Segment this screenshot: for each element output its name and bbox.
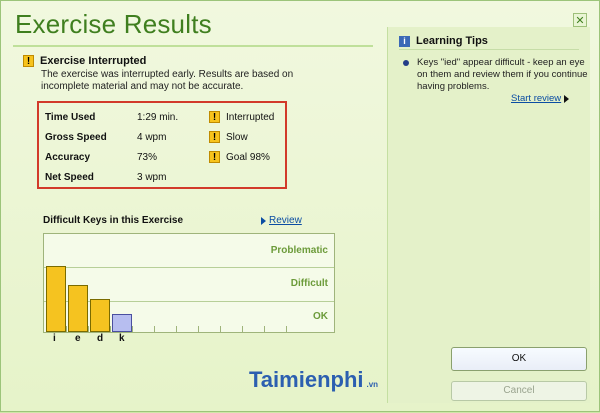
stat-label: Time Used xyxy=(45,111,96,123)
bar-d xyxy=(90,298,110,332)
stat-note-text: Goal 98% xyxy=(226,151,270,163)
stat-value: 1:29 min. xyxy=(137,111,179,123)
start-review-link[interactable]: Start review xyxy=(511,93,570,104)
stat-row-gross-speed: Gross Speed 4 wpm ! Slow xyxy=(45,129,285,145)
stat-row-accuracy: Accuracy 73% ! Goal 98% xyxy=(45,149,285,165)
interrupted-heading: ! Exercise Interrupted xyxy=(23,55,146,67)
arrow-right-icon xyxy=(564,94,570,103)
watermark-text: Taimienphi xyxy=(249,367,364,392)
difficult-keys-title: Difficult Keys in this Exercise xyxy=(43,215,184,226)
x-tick-label: d xyxy=(97,333,104,344)
cancel-button[interactable]: Cancel xyxy=(451,381,587,401)
column-tick xyxy=(154,326,155,332)
info-icon: i xyxy=(399,35,410,47)
column-tick xyxy=(286,326,287,332)
start-review-label[interactable]: Start review xyxy=(511,93,561,104)
stat-value: 73% xyxy=(137,151,158,163)
x-tick-label: e xyxy=(75,333,81,344)
stat-note: ! Slow xyxy=(209,131,248,143)
learning-tips-heading: i Learning Tips xyxy=(399,35,488,47)
column-tick xyxy=(110,326,111,332)
band-label: Problematic xyxy=(270,244,328,256)
warning-icon: ! xyxy=(23,55,34,67)
interrupted-heading-text: Exercise Interrupted xyxy=(40,55,147,67)
column-tick xyxy=(220,326,221,332)
stat-value: 4 wpm xyxy=(137,131,167,143)
column-tick xyxy=(132,326,133,332)
column-tick xyxy=(198,326,199,332)
results-panel: ! Exercise Interrupted The exercise was … xyxy=(13,49,375,413)
band-divider xyxy=(44,267,334,269)
x-tick-label: i xyxy=(53,333,56,344)
title-divider xyxy=(13,45,373,47)
bar-i xyxy=(46,265,66,332)
stat-note: ! Goal 98% xyxy=(209,151,270,163)
column-tick xyxy=(88,326,89,332)
band-label: Difficult xyxy=(290,278,328,289)
stat-row-net-speed: Net Speed 3 wpm xyxy=(45,169,285,185)
bar-k xyxy=(112,313,132,332)
warning-icon: ! xyxy=(209,131,220,143)
stat-label: Net Speed xyxy=(45,171,94,183)
tip-text: Keys "ied" appear difficult - keep an ey… xyxy=(417,57,588,92)
stat-note-text: Slow xyxy=(226,131,248,143)
column-tick xyxy=(264,326,265,332)
x-tick-label: k xyxy=(119,333,125,344)
column-tick xyxy=(66,326,67,332)
ok-button[interactable]: OK xyxy=(451,347,587,371)
bullet-icon xyxy=(403,60,409,66)
review-link-label[interactable]: Review xyxy=(269,215,302,226)
watermark-suffix: .vn xyxy=(366,380,379,389)
stat-row-time-used: Time Used 1:29 min. ! Interrupted xyxy=(45,109,285,125)
stat-label: Accuracy xyxy=(45,151,91,163)
review-link[interactable]: Review xyxy=(261,215,302,226)
difficult-keys-chart: Problematic Difficult OK i e d k xyxy=(43,233,335,344)
watermark-logo: Taimienphi .vn xyxy=(249,367,378,393)
bar-e xyxy=(68,285,88,332)
warning-icon: ! xyxy=(209,151,220,163)
stat-note-text: Interrupted xyxy=(226,111,275,123)
learning-tips-heading-text: Learning Tips xyxy=(416,35,488,47)
warning-icon: ! xyxy=(209,111,220,123)
stat-label: Gross Speed xyxy=(45,131,107,143)
exercise-results-window: Exercise Results ! Exercise Interrupted … xyxy=(0,0,600,412)
close-button[interactable]: ✕ xyxy=(573,13,587,27)
window-title: Exercise Results xyxy=(15,9,212,39)
stat-value: 3 wpm xyxy=(137,171,167,183)
interrupted-description: The exercise was interrupted early. Resu… xyxy=(41,69,294,92)
column-tick xyxy=(242,326,243,332)
stat-note: ! Interrupted xyxy=(209,111,274,123)
band-label: OK xyxy=(313,311,328,323)
column-tick xyxy=(176,326,177,332)
tips-divider xyxy=(399,49,579,50)
arrow-right-icon xyxy=(261,216,266,225)
stats-box: Time Used 1:29 min. ! Interrupted Gross … xyxy=(37,101,287,189)
